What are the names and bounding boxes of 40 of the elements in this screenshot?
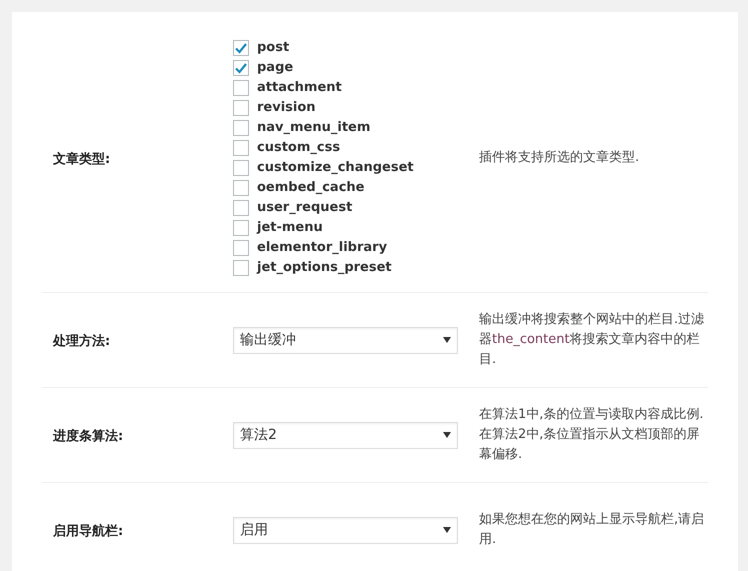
setting-label: 进度条算法:: [53, 429, 124, 444]
checkbox[interactable]: [233, 80, 249, 96]
checkbox-label: page: [257, 59, 294, 78]
checkbox-label: user_request: [257, 199, 352, 218]
checkbox-label: attachment: [257, 79, 342, 98]
description-text: 输出缓冲将搜索整个网站中的栏目.过滤器the_content将搜索文章内容中的栏目.: [479, 311, 706, 369]
dropdown[interactable]: 算法2: [233, 422, 458, 448]
dropdown[interactable]: 启用: [233, 516, 458, 544]
checkbox-label: oembed_cache: [257, 179, 364, 198]
caret-icon: [443, 337, 451, 343]
description-text: 插件将支持所选的文章类型.: [479, 149, 640, 167]
setting-label: 启用导航栏:: [53, 524, 124, 539]
checkbox-label: jet_options_preset: [257, 259, 392, 278]
checkbox[interactable]: [233, 220, 249, 236]
description-text: 如果您想在您的网站上显示导航栏,请启用.: [479, 511, 706, 549]
checkbox-label: revision: [257, 99, 316, 118]
checkmark-icon: [234, 41, 248, 55]
checkbox-label: jet-menu: [257, 219, 323, 238]
checkbox-label: elementor_library: [257, 239, 388, 258]
checkbox[interactable]: [233, 200, 249, 216]
checkbox[interactable]: [233, 180, 249, 196]
caret-icon: [443, 527, 451, 533]
checkbox-label: customize_changeset: [257, 159, 414, 178]
checkbox-label: nav_menu_item: [257, 119, 370, 138]
setting-label: 处理方法:: [53, 334, 110, 349]
checkbox[interactable]: [233, 60, 249, 76]
checkbox[interactable]: [233, 120, 249, 136]
caret-icon: [443, 432, 451, 438]
checkbox[interactable]: [233, 240, 249, 256]
checkbox[interactable]: [233, 160, 249, 176]
checkbox-label: post: [257, 39, 290, 58]
setting-label: 文章类型:: [53, 152, 110, 167]
checkbox[interactable]: [233, 100, 249, 116]
dropdown[interactable]: 输出缓冲: [233, 326, 458, 354]
checkbox[interactable]: [233, 140, 249, 156]
checkbox[interactable]: [233, 40, 249, 56]
description-text: 在算法1中,条的位置与读取内容成比例.在算法2中,条位置指示从文档顶部的屏幕偏移.: [479, 406, 705, 464]
checkbox[interactable]: [233, 260, 249, 276]
checkmark-icon: [234, 61, 248, 75]
checkbox-label: custom_css: [257, 139, 340, 158]
